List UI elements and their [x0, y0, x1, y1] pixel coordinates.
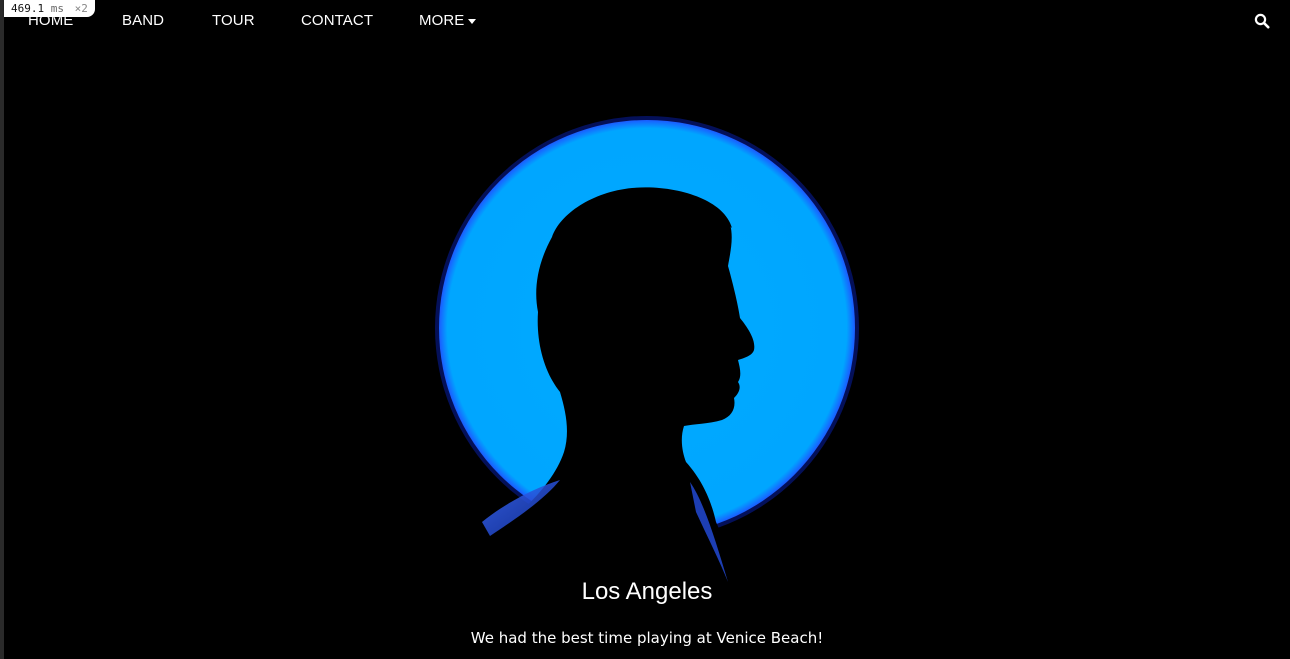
search-icon	[1254, 13, 1270, 29]
timing-value: 469.1	[11, 2, 45, 15]
nav-contact[interactable]: CONTACT	[301, 0, 373, 42]
nav-more-label: MORE	[419, 12, 465, 29]
caret-down-icon	[468, 19, 477, 24]
nav-more-dropdown[interactable]: MORE	[419, 0, 477, 42]
nav-band[interactable]: BAND	[122, 0, 164, 42]
top-navbar: HOME BAND TOUR CONTACT MORE	[4, 0, 1290, 42]
timing-unit: ms	[50, 2, 64, 15]
timing-overlay: 469.1 ms ×2	[4, 0, 95, 17]
slide-text: We had the best time playing at Venice B…	[470, 629, 824, 647]
slide-title: Los Angeles	[581, 578, 713, 605]
timing-multiplier: ×2	[74, 2, 88, 15]
search-button[interactable]	[1254, 13, 1270, 29]
nav-tour[interactable]: TOUR	[212, 0, 255, 42]
page: Los Angeles We had the best time playing…	[0, 0, 1290, 659]
hero-image	[4, 42, 1290, 659]
